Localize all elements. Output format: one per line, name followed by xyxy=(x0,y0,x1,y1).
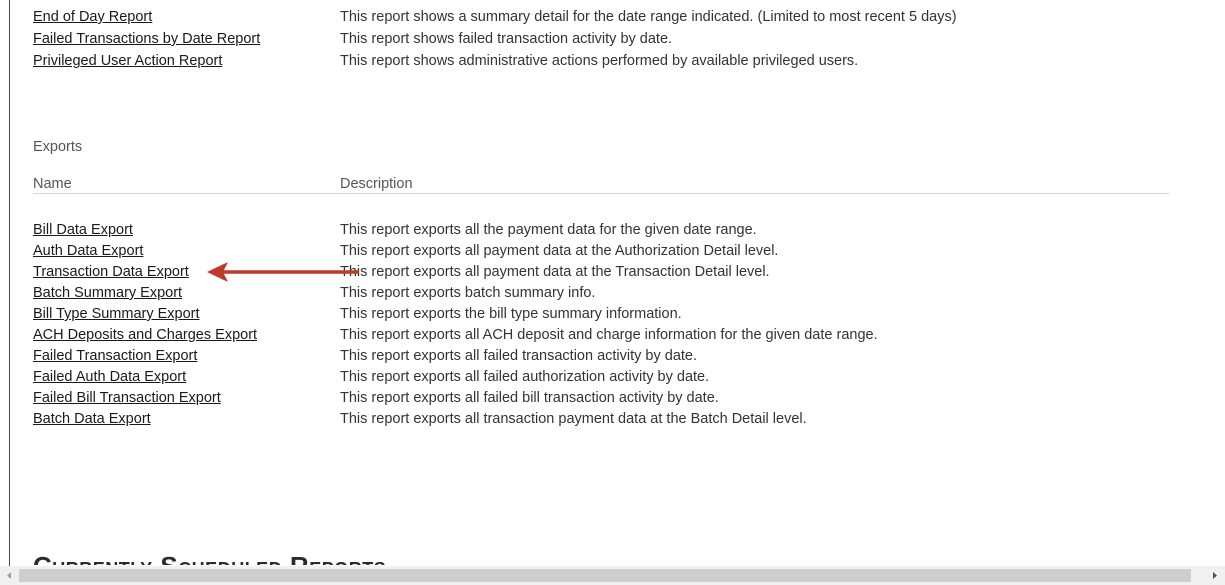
export-link-batch-summary[interactable]: Batch Summary Export xyxy=(33,284,182,303)
report-description: This report shows failed transaction act… xyxy=(340,31,673,47)
horizontal-scrollbar[interactable] xyxy=(0,566,1225,585)
report-description: This report shows administrative actions… xyxy=(340,53,859,69)
export-link-ach-deposits-charges[interactable]: ACH Deposits and Charges Export xyxy=(33,326,257,345)
export-link-failed-bill-transaction[interactable]: Failed Bill Transaction Export xyxy=(33,389,221,408)
description-column-header: Description xyxy=(340,176,413,192)
export-description: This report exports the bill type summar… xyxy=(340,306,682,322)
export-link-bill-type-summary[interactable]: Bill Type Summary Export xyxy=(33,305,200,324)
reports-page: End of Day Report This report shows a su… xyxy=(0,0,1225,585)
export-description: This report exports all payment data at … xyxy=(340,264,770,280)
annotation-arrow-icon xyxy=(207,262,359,282)
export-link-failed-transaction[interactable]: Failed Transaction Export xyxy=(33,347,197,366)
chevron-right-icon[interactable] xyxy=(1206,566,1223,585)
name-column-header: Name xyxy=(33,176,72,192)
export-description: This report exports batch summary info. xyxy=(340,285,596,301)
export-description: This report exports all the payment data… xyxy=(340,222,757,238)
scrollbar-thumb[interactable] xyxy=(19,569,1191,582)
export-description: This report exports all failed authoriza… xyxy=(340,369,710,385)
report-link-failed-transactions-by-date[interactable]: Failed Transactions by Date Report xyxy=(33,30,260,49)
export-link-bill-data[interactable]: Bill Data Export xyxy=(33,221,133,240)
left-border xyxy=(9,0,10,566)
export-link-auth-data[interactable]: Auth Data Export xyxy=(33,242,143,261)
export-description: This report exports all failed bill tran… xyxy=(340,390,719,406)
export-description: This report exports all ACH deposit and … xyxy=(340,327,878,343)
header-divider xyxy=(33,193,1169,194)
chevron-left-icon[interactable] xyxy=(1,566,18,585)
export-description: This report exports all failed transacti… xyxy=(340,348,698,364)
exports-section-title: Exports xyxy=(33,139,83,155)
export-link-batch-data[interactable]: Batch Data Export xyxy=(33,410,151,429)
export-link-failed-auth-data[interactable]: Failed Auth Data Export xyxy=(33,368,186,387)
export-description: This report exports all transaction paym… xyxy=(340,411,807,427)
scheduled-reports-heading: Currently Scheduled Reports xyxy=(33,551,386,565)
report-link-end-of-day[interactable]: End of Day Report xyxy=(33,8,152,27)
report-link-privileged-user-action[interactable]: Privileged User Action Report xyxy=(33,52,222,71)
export-description: This report exports all payment data at … xyxy=(340,243,779,259)
report-description: This report shows a summary detail for t… xyxy=(340,9,957,25)
export-link-transaction-data[interactable]: Transaction Data Export xyxy=(33,263,189,282)
